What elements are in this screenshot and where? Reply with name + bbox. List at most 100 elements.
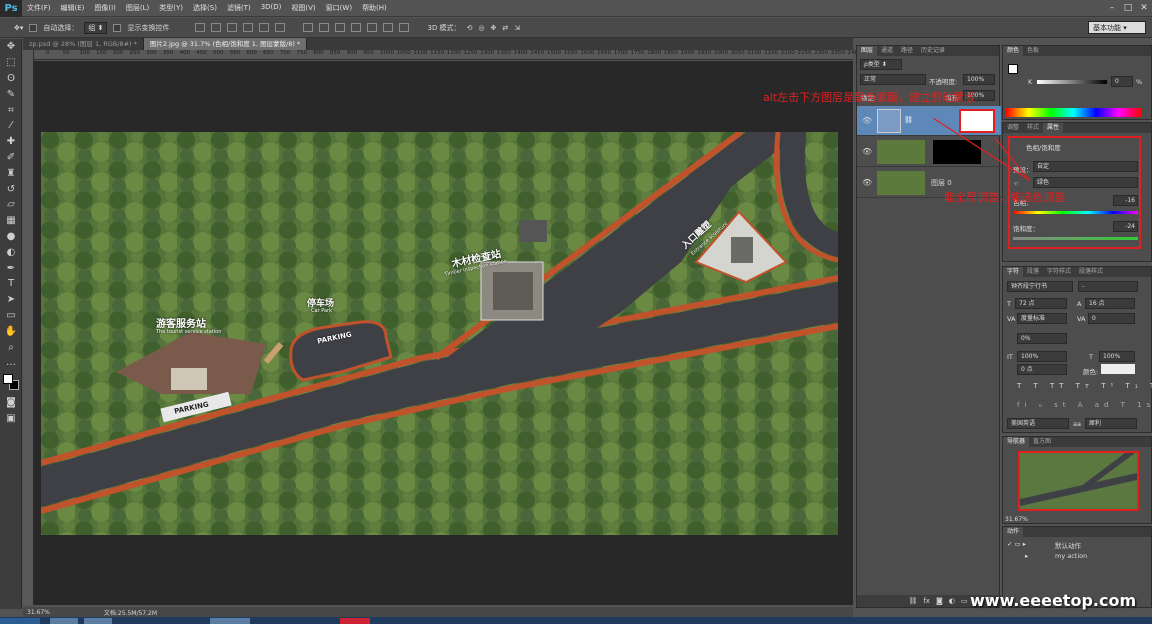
tab-history[interactable]: 历史记录 [917,46,949,56]
zoom-tool-icon[interactable]: ⌕ [0,339,22,355]
distribute-left-icon[interactable] [351,23,362,32]
tsume-input[interactable]: 0% [1017,333,1067,344]
tab-properties[interactable]: 属性 [1043,123,1064,133]
channel-dropdown[interactable]: 绿色 [1033,177,1138,188]
navigator-zoom[interactable]: 31.67% [1005,516,1028,523]
quick-mask-icon[interactable]: ◙ [0,395,22,411]
menu-item[interactable]: 选择(S) [188,3,222,13]
font-style-dropdown[interactable]: - [1078,281,1138,292]
align-left-icon[interactable] [243,23,254,32]
link-layers-icon[interactable]: ⛓ [908,597,917,605]
action-check-icon[interactable]: ✓ ▭ ▸ [1007,540,1026,548]
vertical-scale-input[interactable]: 100% [1017,351,1067,362]
foreground-color-swatch[interactable] [3,373,13,384]
gradient-tool-icon[interactable]: ▦ [0,213,22,229]
language-dropdown[interactable]: 美国英语 [1007,418,1069,429]
menu-item[interactable]: 文件(F) [22,3,56,13]
more-tools-icon[interactable]: … [0,355,22,371]
close-button[interactable]: ✕ [1136,2,1152,15]
tab-color[interactable]: 颜色 [1003,46,1024,56]
k-slider[interactable] [1037,80,1107,84]
tab-paragraph[interactable]: 段落 [1023,267,1043,277]
type-style-buttons[interactable]: T T TT Tт T¹ T₁ T T [1017,382,1152,390]
align-top-icon[interactable] [195,23,206,32]
tab-navigator[interactable]: 导航器 [1003,437,1030,447]
show-transform-checkbox[interactable] [113,23,122,32]
doc-tab-zp[interactable]: zp.psd @ 28% (图层 1, RGB/8#) * [23,38,144,50]
move-tool-icon[interactable]: ✥▾ [14,24,23,32]
3d-roll-icon[interactable]: ◎ [478,24,484,32]
fx-icon[interactable]: fx [923,597,930,605]
start-button[interactable] [0,618,40,624]
menu-item[interactable]: 图像(I) [89,3,121,13]
eyedropper-tool-icon[interactable]: ⁄ [0,118,22,134]
crop-tool-icon[interactable]: ⌗ [0,102,22,118]
pen-tool-icon[interactable]: ✒ [0,260,22,276]
screen-mode-icon[interactable]: ▣ [0,411,22,427]
distribute-top-icon[interactable] [303,23,314,32]
eraser-tool-icon[interactable]: ▱ [0,197,22,213]
visibility-eye-icon[interactable]: 👁 [862,147,872,156]
3d-scale-icon[interactable]: ⇲ [514,24,520,32]
visibility-eye-icon[interactable]: 👁 [862,178,872,187]
k-value-input[interactable]: 0 [1111,76,1133,87]
lasso-tool-icon[interactable]: ʘ [0,71,22,87]
auto-align-icon[interactable] [399,23,410,32]
taskbar-app-2[interactable] [84,618,112,624]
distribute-hcenter-icon[interactable] [367,23,378,32]
tab-swatches[interactable]: 色板 [1023,46,1043,56]
shape-tool-icon[interactable]: ▭ [0,308,22,324]
healing-tool-icon[interactable]: ✚ [0,134,22,150]
marquee-tool-icon[interactable]: ⬚ [0,55,22,71]
baseline-input[interactable]: 0 点 [1017,364,1067,375]
menu-item[interactable]: 帮助(H) [357,3,392,13]
tab-actions[interactable]: 动作 [1003,527,1024,537]
menu-item[interactable]: 图层(L) [121,3,154,13]
tab-para-styles[interactable]: 段落样式 [1075,267,1107,277]
maximize-button[interactable]: □ [1120,2,1136,15]
menu-item[interactable]: 滤镜(T) [222,3,256,13]
antialias-dropdown[interactable]: 犀利 [1085,418,1137,429]
action-set-default[interactable]: 默认动作 [1055,540,1081,550]
auto-select-dropdown[interactable]: 组 ⬍ [84,21,108,34]
saturation-value[interactable]: -24 [1113,221,1138,232]
menu-item[interactable]: 编辑(E) [56,3,90,13]
hue-slider[interactable] [1013,211,1138,214]
navigator-preview[interactable] [1018,451,1139,511]
saturation-slider[interactable] [1013,237,1138,240]
history-brush-tool-icon[interactable]: ↺ [0,181,22,197]
align-hcenter-icon[interactable] [259,23,270,32]
menu-item[interactable]: 3D(D) [256,3,287,13]
path-select-tool-icon[interactable]: ➤ [0,292,22,308]
fg-swatch[interactable] [1008,64,1018,74]
tab-adjustments[interactable]: 调整 [1003,123,1023,133]
text-color-swatch[interactable] [1101,364,1135,374]
layer-mask-thumbnail[interactable] [959,109,995,133]
tab-histogram[interactable]: 直方图 [1029,437,1055,447]
opentype-buttons[interactable]: fi ℴ st A ad T 1st ½ [1017,401,1152,409]
layer-row-hue-sat[interactable]: 👁 ⛓ [857,106,1001,136]
tab-paths[interactable]: 路径 [897,46,917,56]
taskbar-app-1[interactable] [50,618,78,624]
brush-tool-icon[interactable]: ✐ [0,150,22,166]
adjustment-icon[interactable]: ◐ [949,597,955,605]
type-tool-icon[interactable]: T [0,276,22,292]
tracking-input[interactable]: 0 [1088,313,1135,324]
align-bottom-icon[interactable] [227,23,238,32]
hand-icon[interactable]: ☜ [1013,180,1019,188]
layer-kind-filter[interactable]: ρ类型 ⬍ [860,59,902,70]
move-tool-icon[interactable]: ✥ [0,39,22,55]
distribute-vcenter-icon[interactable] [319,23,330,32]
color-spectrum[interactable] [1006,108,1141,117]
tab-layers[interactable]: 图层 [857,46,878,56]
opacity-input[interactable]: 100% [963,74,995,85]
clone-stamp-tool-icon[interactable]: ♜ [0,165,22,181]
add-mask-icon[interactable]: ◙ [936,597,943,605]
align-vcenter-icon[interactable] [211,23,222,32]
workspace-dropdown[interactable]: 基本功能 ▾ [1088,21,1146,34]
menu-item[interactable]: 窗口(W) [321,3,357,13]
leading-input[interactable]: 16 点 [1085,298,1135,309]
font-family-dropdown[interactable]: 钟齐段宁行书 [1007,281,1073,292]
taskbar-app-3[interactable] [210,618,250,624]
minimize-button[interactable]: – [1104,2,1120,15]
